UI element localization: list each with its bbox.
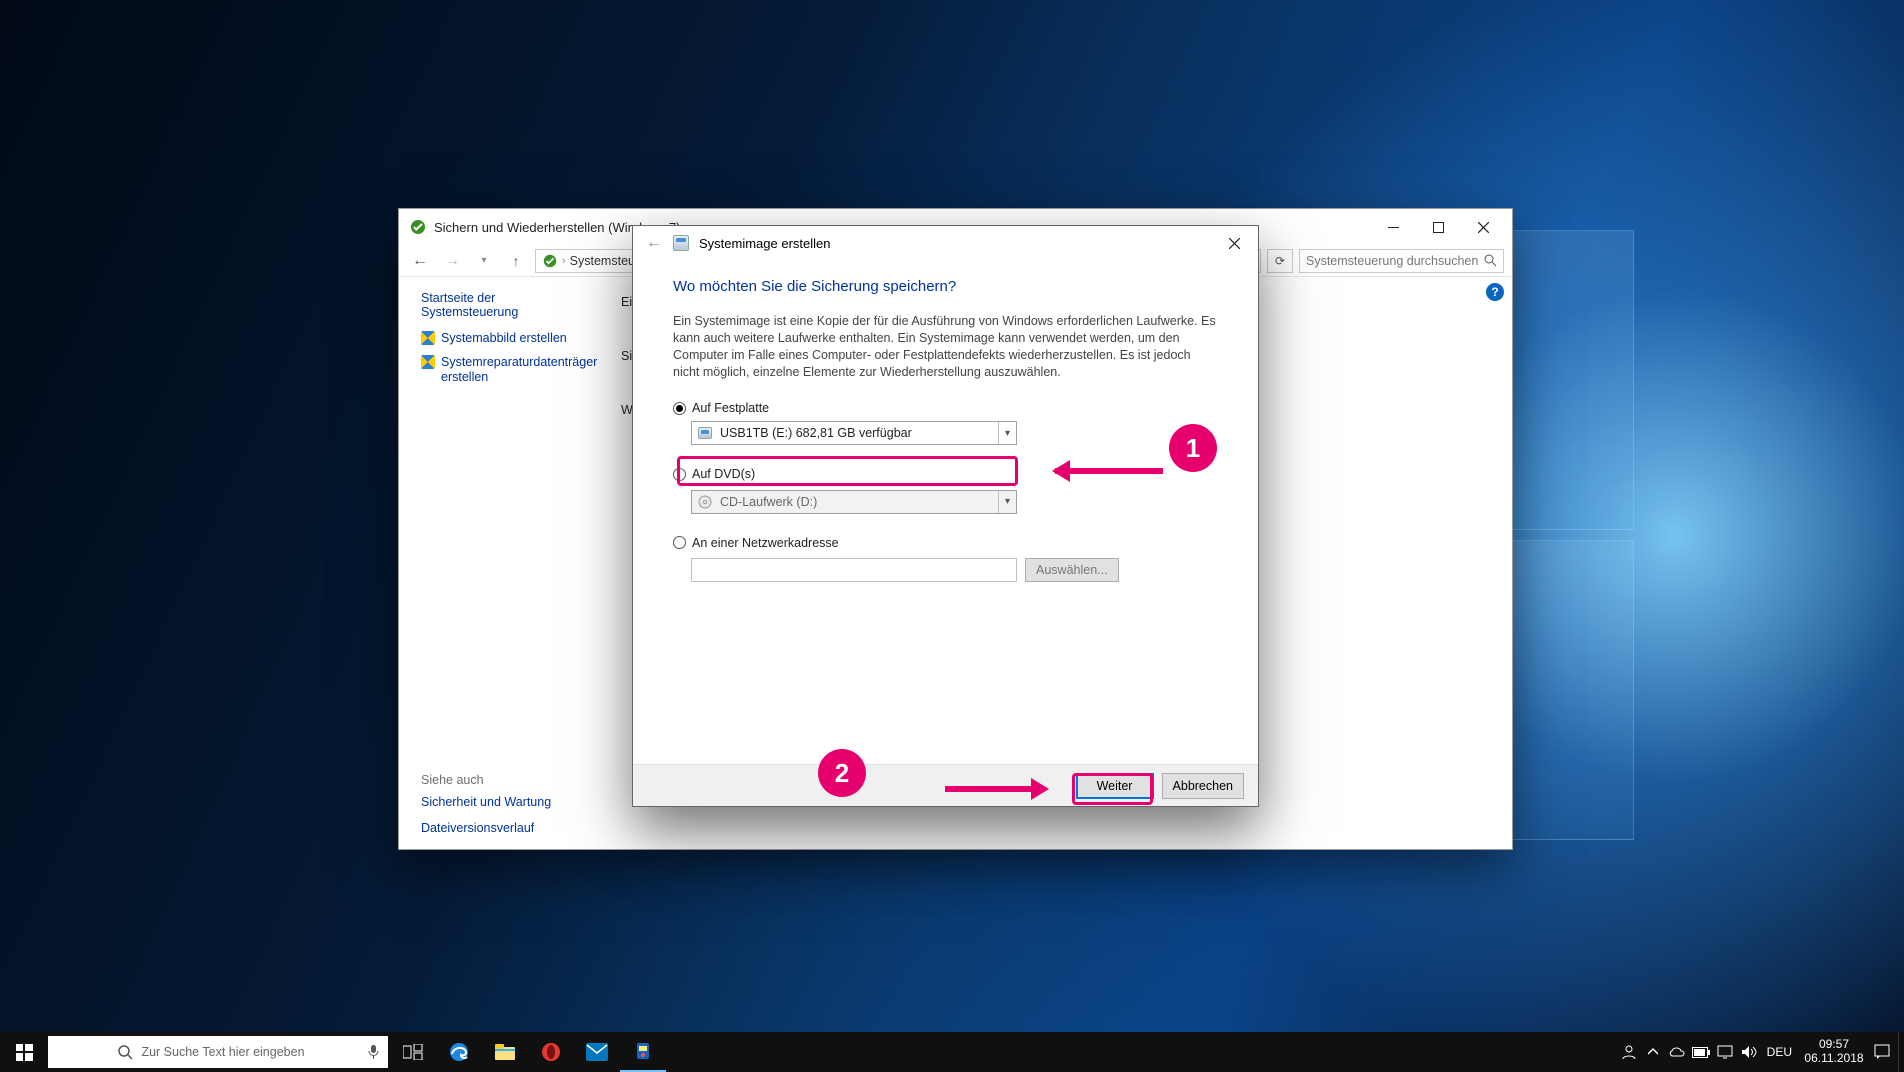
tray-network-icon[interactable]: [1713, 1032, 1737, 1072]
shield-icon: [421, 331, 435, 345]
radio-network-location[interactable]: An einer Netzwerkadresse: [673, 536, 839, 550]
taskbar-app-opera[interactable]: [528, 1032, 574, 1072]
tray-overflow-button[interactable]: [1641, 1032, 1665, 1072]
harddisk-dropdown[interactable]: USB1TB (E:) 682,81 GB verfügbar ▾: [691, 421, 1017, 445]
task-view-button[interactable]: [390, 1032, 436, 1072]
start-button[interactable]: [0, 1032, 48, 1072]
backup-restore-icon: [409, 218, 427, 236]
wizard-back-button[interactable]: ←: [641, 230, 667, 256]
wizard-description: Ein Systemimage ist eine Kopie der für d…: [673, 313, 1218, 381]
tray-battery-icon[interactable]: [1689, 1032, 1713, 1072]
nav-up-button[interactable]: ↑: [503, 248, 529, 274]
sidebar-link-create-system-image[interactable]: Systemabbild erstellen: [421, 331, 589, 347]
maximize-button[interactable]: [1416, 212, 1461, 242]
wizard-footer: Weiter Abbrechen: [633, 764, 1258, 806]
chevron-right-icon: ›: [562, 255, 566, 267]
cancel-button[interactable]: Abbrechen: [1162, 773, 1244, 799]
close-button[interactable]: [1461, 212, 1506, 242]
control-panel-home-link[interactable]: Startseite der Systemsteuerung: [421, 291, 589, 319]
dropdown-value: CD-Laufwerk (D:): [720, 495, 817, 509]
refresh-button[interactable]: ⟳: [1267, 249, 1293, 273]
drive-icon: [698, 427, 712, 439]
nav-forward-button[interactable]: →: [439, 248, 465, 274]
search-placeholder: Zur Suche Text hier eingeben: [141, 1045, 304, 1059]
search-icon: [118, 1045, 133, 1060]
taskbar-app-snipping[interactable]: [620, 1032, 666, 1072]
radio-label: Auf DVD(s): [692, 467, 755, 481]
radio-on-harddisk[interactable]: Auf Festplatte: [673, 401, 769, 415]
tray-language[interactable]: DEU: [1761, 1045, 1798, 1059]
tray-clock[interactable]: 09:57 06.11.2018: [1798, 1038, 1870, 1066]
wizard-close-button[interactable]: [1212, 228, 1256, 258]
shield-icon: [421, 355, 435, 369]
minimize-button[interactable]: [1371, 212, 1416, 242]
nav-history-dropdown[interactable]: ▾: [471, 248, 497, 274]
tray-action-center-icon[interactable]: [1870, 1032, 1894, 1072]
search-icon: [1484, 254, 1497, 267]
chevron-down-icon: ▾: [998, 491, 1016, 513]
tray-volume-icon[interactable]: [1737, 1032, 1761, 1072]
tray-people-icon[interactable]: [1617, 1032, 1641, 1072]
dropdown-value: USB1TB (E:) 682,81 GB verfügbar: [720, 426, 912, 440]
control-panel-search[interactable]: Systemsteuerung durchsuchen: [1299, 249, 1504, 273]
radio-icon: [673, 536, 686, 549]
radio-label: An einer Netzwerkadresse: [692, 536, 839, 550]
wizard-titlebar[interactable]: ← Systemimage erstellen: [633, 226, 1258, 260]
sidebar-link-label: Systemabbild erstellen: [441, 331, 567, 347]
radio-label: Auf Festplatte: [692, 401, 769, 415]
network-path-field[interactable]: [691, 558, 1017, 582]
backup-restore-icon: [542, 253, 558, 269]
disc-icon: [698, 495, 712, 509]
wizard-heading: Wo möchten Sie die Sicherung speichern?: [673, 278, 1218, 295]
next-button[interactable]: Weiter: [1076, 773, 1154, 799]
taskbar-search[interactable]: Zur Suche Text hier eingeben: [48, 1036, 388, 1068]
nav-back-button[interactable]: ←: [407, 248, 433, 274]
microphone-icon: [367, 1044, 380, 1060]
radio-on-dvd[interactable]: Auf DVD(s): [673, 467, 755, 481]
show-desktop-button[interactable]: [1898, 1032, 1904, 1072]
radio-icon: [673, 402, 686, 415]
tray-time: 09:57: [1798, 1038, 1870, 1052]
occluded-text: Ei: [621, 295, 632, 309]
see-also-link-security[interactable]: Sicherheit und Wartung: [421, 795, 551, 809]
sidebar: Startseite der Systemsteuerung Systemabb…: [399, 277, 599, 849]
sidebar-link-label: Systemreparaturdatenträger erstellen: [441, 355, 597, 386]
taskbar: Zur Suche Text hier eingeben DEU: [0, 1032, 1904, 1072]
tray-onedrive-icon[interactable]: [1665, 1032, 1689, 1072]
sidebar-link-create-repair-disc[interactable]: Systemreparaturdatenträger erstellen: [421, 355, 589, 386]
taskbar-app-mail[interactable]: [574, 1032, 620, 1072]
browse-network-button[interactable]: Auswählen...: [1025, 558, 1119, 582]
system-image-wizard: ← Systemimage erstellen Wo möchten Sie d…: [632, 225, 1259, 807]
system-image-icon: [673, 235, 689, 251]
see-also-link-file-history[interactable]: Dateiversionsverlauf: [421, 821, 551, 835]
radio-icon: [673, 468, 686, 481]
occluded-text: Si: [621, 349, 632, 363]
tray-date: 06.11.2018: [1798, 1052, 1870, 1066]
see-also-header: Siehe auch: [421, 773, 551, 787]
wizard-title: Systemimage erstellen: [699, 236, 831, 251]
taskbar-app-file-explorer[interactable]: [482, 1032, 528, 1072]
dvd-dropdown[interactable]: CD-Laufwerk (D:) ▾: [691, 490, 1017, 514]
windows-logo-icon: [16, 1044, 33, 1061]
taskbar-app-edge[interactable]: [436, 1032, 482, 1072]
chevron-down-icon: ▾: [998, 422, 1016, 444]
system-tray: DEU 09:57 06.11.2018: [1617, 1032, 1904, 1072]
search-placeholder: Systemsteuerung durchsuchen: [1306, 254, 1478, 268]
